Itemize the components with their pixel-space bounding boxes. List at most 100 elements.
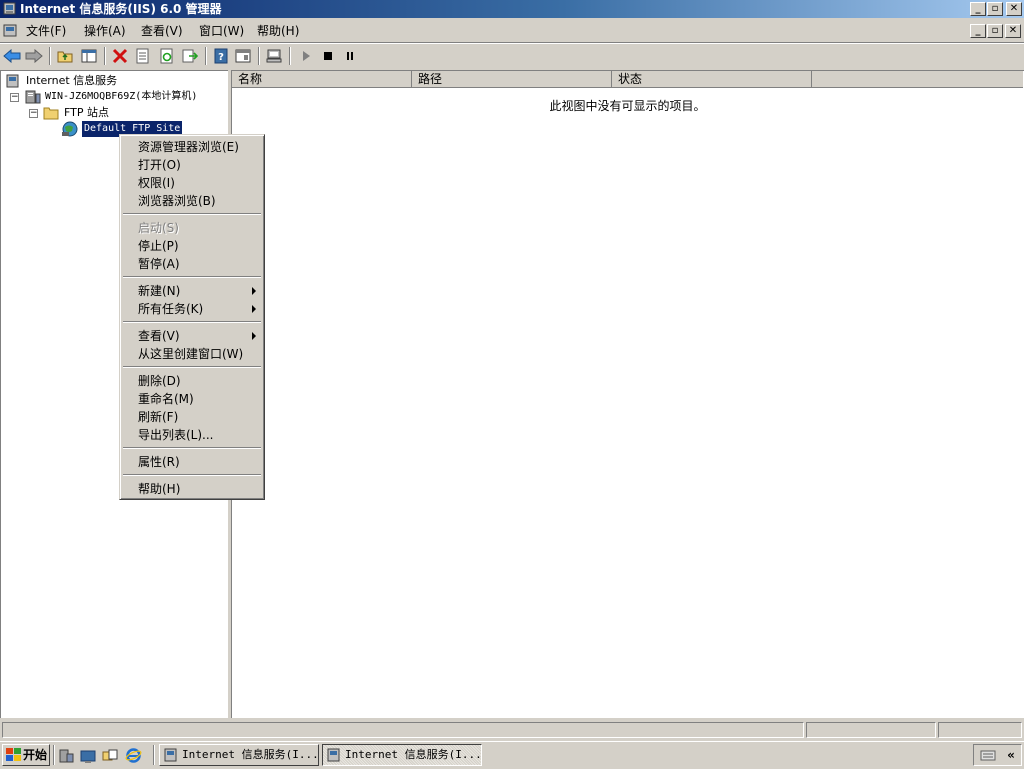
submenu-arrow-icon xyxy=(252,332,256,340)
close-button[interactable]: ✕ xyxy=(1006,2,1022,16)
refresh-icon[interactable] xyxy=(157,46,177,66)
mmc-document-icon[interactable] xyxy=(3,23,18,38)
task-button-1[interactable]: Internet 信息服务(I... xyxy=(159,744,319,766)
expand-tray-icon[interactable]: « xyxy=(1003,746,1019,764)
ctx-stop[interactable]: 停止(P) xyxy=(138,237,179,255)
server-manager-icon[interactable] xyxy=(58,748,74,764)
start-icon[interactable] xyxy=(296,46,316,66)
ctx-new-label: 新建(N) xyxy=(138,284,181,298)
help-icon[interactable]: ? xyxy=(211,46,231,66)
task-label-2: Internet 信息服务(I... xyxy=(345,748,482,761)
column-header-status[interactable]: 状态 xyxy=(612,71,812,88)
window-title: Internet 信息服务(IIS) 6.0 管理器 xyxy=(20,2,222,16)
up-folder-icon[interactable] xyxy=(55,46,75,66)
start-label: 开始 xyxy=(23,748,48,762)
ctx-help[interactable]: 帮助(H) xyxy=(138,480,180,498)
ctx-new[interactable]: 新建(N) xyxy=(138,282,258,300)
status-panel-2 xyxy=(806,722,936,738)
ctx-open[interactable]: 打开(O) xyxy=(138,156,181,174)
restore-button[interactable]: ▫ xyxy=(987,2,1003,16)
toolbar-separator xyxy=(104,47,106,65)
ctx-view[interactable]: 查看(V) xyxy=(138,327,258,345)
collapse-ftp-sites-toggle[interactable]: − xyxy=(29,109,38,118)
show-hide-tree-icon[interactable] xyxy=(79,46,99,66)
ctx-separator xyxy=(123,474,261,476)
ctx-separator xyxy=(123,366,261,368)
forward-icon[interactable] xyxy=(24,46,44,66)
context-menu: 资源管理器浏览(E) 打开(O) 权限(I) 浏览器浏览(B) 启动(S) 停止… xyxy=(119,134,265,500)
server-icon xyxy=(25,90,41,104)
ctx-all-tasks[interactable]: 所有任务(K) xyxy=(138,300,258,318)
iis-app-icon xyxy=(164,748,177,762)
ctx-separator xyxy=(123,321,261,323)
tree-label-computer: WIN-JZ6MOQBF69Z(本地计算机) xyxy=(45,91,198,102)
child-minimize-button[interactable]: _ xyxy=(970,24,986,38)
column-header-filler xyxy=(812,71,1023,88)
ctx-separator xyxy=(123,276,261,278)
system-tray: « xyxy=(973,744,1022,766)
computer-icon[interactable] xyxy=(264,46,284,66)
child-restore-button[interactable]: ▫ xyxy=(987,24,1003,38)
folder-icon xyxy=(43,107,59,120)
status-panel-main xyxy=(2,722,804,738)
ctx-browse[interactable]: 浏览器浏览(B) xyxy=(138,192,216,210)
ctx-separator xyxy=(123,447,261,449)
iis-app-icon xyxy=(327,748,340,762)
column-header-path[interactable]: 路径 xyxy=(412,71,612,88)
ctx-pause[interactable]: 暂停(A) xyxy=(138,255,180,273)
status-panel-3 xyxy=(938,722,1022,738)
internet-explorer-icon[interactable] xyxy=(125,747,142,764)
ctx-refresh[interactable]: 刷新(F) xyxy=(138,408,178,426)
explorer-icon[interactable] xyxy=(102,748,118,764)
start-button[interactable]: 开始 xyxy=(2,744,50,766)
submenu-arrow-icon xyxy=(252,287,256,295)
ctx-rename[interactable]: 重命名(M) xyxy=(138,390,194,408)
pause-icon[interactable] xyxy=(340,46,360,66)
ctx-delete[interactable]: 删除(D) xyxy=(138,372,181,390)
task-separator xyxy=(153,745,155,765)
mmc-window-icon[interactable] xyxy=(233,46,253,66)
toolbar-separator xyxy=(205,47,207,65)
minimize-button[interactable]: _ xyxy=(970,2,986,16)
menu-action[interactable]: 操作(A) xyxy=(84,24,126,38)
submenu-arrow-icon xyxy=(252,305,256,313)
back-icon[interactable] xyxy=(2,46,22,66)
ctx-properties[interactable]: 属性(R) xyxy=(138,453,180,471)
stop-icon[interactable] xyxy=(318,46,338,66)
taskbar: 开始 Internet 信息服务(I... Internet 信息服务(I...… xyxy=(0,741,1024,769)
menu-window[interactable]: 窗口(W) xyxy=(199,24,244,38)
result-list[interactable]: 名称 路径 状态 此视图中没有可显示的项目。 xyxy=(231,70,1024,718)
menu-help[interactable]: 帮助(H) xyxy=(257,24,299,38)
toolbar: ? xyxy=(0,44,1024,68)
ctx-view-label: 查看(V) xyxy=(138,329,180,343)
properties-icon[interactable] xyxy=(133,46,153,66)
collapse-computer-toggle[interactable]: − xyxy=(10,93,19,102)
task-label-1: Internet 信息服务(I... xyxy=(182,748,319,761)
toolbar-separator xyxy=(289,47,291,65)
menu-bar: 文件(F) 操作(A) 查看(V) 窗口(W) 帮助(H) _ ▫ ✕ xyxy=(0,20,1024,42)
svg-text:?: ? xyxy=(218,52,224,63)
export-icon[interactable] xyxy=(180,46,200,66)
child-close-button[interactable]: ✕ xyxy=(1005,24,1021,38)
ctx-new-window[interactable]: 从这里创建窗口(W) xyxy=(138,345,243,363)
menu-view[interactable]: 查看(V) xyxy=(141,24,183,38)
menu-file[interactable]: 文件(F) xyxy=(26,24,66,38)
toolbar-separator xyxy=(258,47,260,65)
delete-icon[interactable] xyxy=(110,46,130,66)
ctx-all-tasks-label: 所有任务(K) xyxy=(138,302,204,316)
show-desktop-icon[interactable] xyxy=(80,748,96,764)
task-button-2[interactable]: Internet 信息服务(I... xyxy=(322,744,482,766)
toolbar-separator xyxy=(49,47,51,65)
windows-logo-icon xyxy=(6,748,21,761)
iis-root-icon xyxy=(6,74,19,88)
ctx-explore[interactable]: 资源管理器浏览(E) xyxy=(138,138,239,156)
ctx-start: 启动(S) xyxy=(138,221,179,235)
keyboard-icon[interactable] xyxy=(980,748,996,762)
tree-label-ftp-sites: FTP 站点 xyxy=(64,106,109,119)
ctx-export-list[interactable]: 导出列表(L)... xyxy=(138,426,214,444)
quicklaunch-separator xyxy=(53,745,55,765)
status-bar xyxy=(0,720,1024,740)
column-header-name[interactable]: 名称 xyxy=(232,71,412,88)
tree-label-root: Internet 信息服务 xyxy=(26,74,118,87)
ctx-permissions[interactable]: 权限(I) xyxy=(138,174,175,192)
